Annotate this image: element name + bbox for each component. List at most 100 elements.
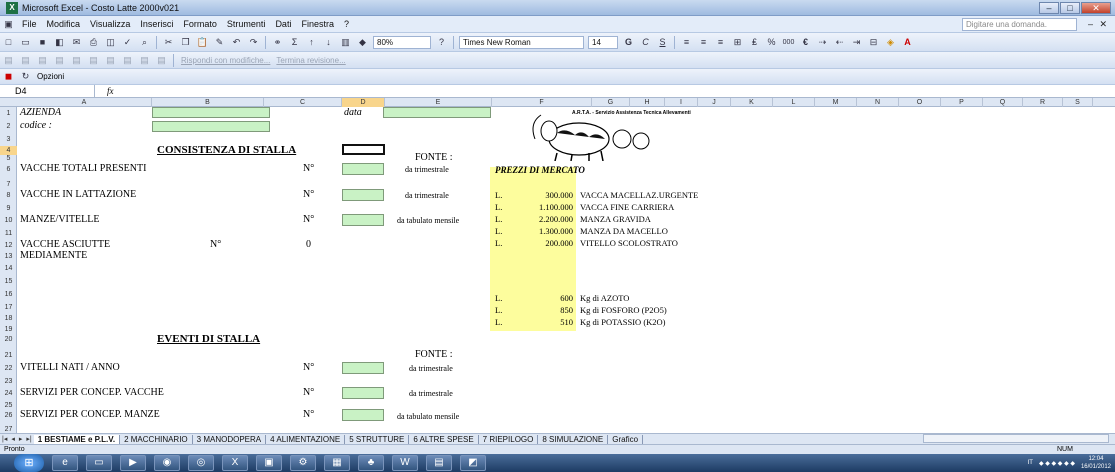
sort-asc-icon[interactable]: ↑ <box>305 36 318 49</box>
column-header[interactable]: G <box>592 98 630 107</box>
row-header[interactable]: 15 <box>0 277 17 286</box>
fx-icon[interactable]: fx <box>107 86 114 96</box>
tab-altre-spese[interactable]: 6 ALTRE SPESE <box>409 434 479 444</box>
column-header[interactable]: B <box>152 98 264 107</box>
increase-decimal-icon[interactable]: ⇢ <box>816 36 829 49</box>
row-header[interactable]: 22 <box>0 364 17 373</box>
column-header[interactable]: J <box>698 98 731 107</box>
hyperlink-icon[interactable]: ⚭ <box>271 36 284 49</box>
app-icon-10[interactable]: ♣ <box>358 455 384 471</box>
review-icon-7[interactable]: ▤ <box>104 54 117 67</box>
column-header[interactable]: E <box>385 98 492 107</box>
stop-icon[interactable]: ◼ <box>2 70 15 83</box>
column-header[interactable]: M <box>815 98 857 107</box>
serv-manze-field[interactable] <box>342 409 384 421</box>
preview-icon[interactable]: ◫ <box>104 36 117 49</box>
app-icon-8[interactable]: ⚙ <box>290 455 316 471</box>
column-header[interactable]: C <box>264 98 342 107</box>
tab-grafico[interactable]: Grafico <box>608 434 644 444</box>
font-size-select[interactable]: 14 <box>588 35 618 49</box>
messenger-icon[interactable]: ◉ <box>154 455 180 471</box>
redo-icon[interactable]: ↷ <box>247 36 260 49</box>
menu-formato[interactable]: Formato <box>178 19 222 29</box>
row-header[interactable]: 17 <box>0 303 17 312</box>
column-header[interactable]: N <box>857 98 899 107</box>
copy-icon[interactable]: ❐ <box>179 36 192 49</box>
review-icon-5[interactable]: ▤ <box>70 54 83 67</box>
doc-close-button[interactable]: ✕ <box>1099 19 1107 30</box>
explorer-icon[interactable]: ▭ <box>86 455 112 471</box>
new-icon[interactable]: □ <box>2 36 15 49</box>
column-header[interactable]: F <box>492 98 592 107</box>
decrease-decimal-icon[interactable]: ⇠ <box>833 36 846 49</box>
bold-button[interactable]: G <box>622 36 635 49</box>
paste-icon[interactable]: 📋 <box>196 36 209 49</box>
currency-icon[interactable]: ₤ <box>748 36 761 49</box>
row-header[interactable]: 5 <box>0 154 17 163</box>
column-header[interactable]: H <box>630 98 665 107</box>
column-header[interactable]: K <box>731 98 773 107</box>
column-header[interactable]: A <box>17 98 152 107</box>
row-header[interactable]: 9 <box>0 204 17 213</box>
indent-icon[interactable]: ⇥ <box>850 36 863 49</box>
underline-button[interactable]: S <box>656 36 669 49</box>
menu-help[interactable]: ? <box>339 19 354 29</box>
menu-modifica[interactable]: Modifica <box>42 19 86 29</box>
borders-icon[interactable]: ⊟ <box>867 36 880 49</box>
manze-field[interactable] <box>342 214 384 226</box>
row-header[interactable]: 19 <box>0 325 17 334</box>
row-header[interactable]: 1 <box>0 109 17 118</box>
zoom-select[interactable]: 80% <box>373 35 431 49</box>
tab-simulazione[interactable]: 8 SIMULAZIONE <box>538 434 609 444</box>
align-left-icon[interactable]: ≡ <box>680 36 693 49</box>
name-box[interactable]: D4 <box>0 85 95 97</box>
vacche-tot-field[interactable] <box>342 163 384 175</box>
row-header[interactable]: 13 <box>0 252 17 261</box>
tab-bestiame[interactable]: 1 BESTIAME e P.L.V. <box>33 434 121 444</box>
format-painter-icon[interactable]: ✎ <box>213 36 226 49</box>
column-header[interactable]: S <box>1063 98 1093 107</box>
row-header[interactable]: 16 <box>0 290 17 299</box>
minimize-button[interactable]: – <box>1039 2 1059 14</box>
review-icon-10[interactable]: ▤ <box>155 54 168 67</box>
refresh-icon[interactable]: ↻ <box>19 70 32 83</box>
row-header[interactable]: 21 <box>0 351 17 360</box>
chart-icon[interactable]: ▥ <box>339 36 352 49</box>
row-header[interactable]: 14 <box>0 264 17 273</box>
row-header[interactable]: 23 <box>0 377 17 386</box>
horizontal-scrollbar[interactable] <box>923 434 1109 443</box>
row-header[interactable]: 18 <box>0 314 17 323</box>
last-sheet-button[interactable]: ▸| <box>24 435 33 443</box>
percent-button[interactable]: % <box>765 36 778 49</box>
autosum-icon[interactable]: Σ <box>288 36 301 49</box>
start-button[interactable]: ⊞ <box>14 454 44 472</box>
review-icon-4[interactable]: ▤ <box>53 54 66 67</box>
column-header[interactable]: P <box>941 98 983 107</box>
menu-inserisci[interactable]: Inserisci <box>135 19 178 29</box>
codice-field[interactable] <box>152 121 270 132</box>
tab-alimentazione[interactable]: 4 ALIMENTAZIONE <box>266 434 346 444</box>
row-header[interactable]: 8 <box>0 191 17 200</box>
serv-vacche-field[interactable] <box>342 387 384 399</box>
clock[interactable]: 12:04 16/01/2012 <box>1081 455 1111 471</box>
font-select[interactable]: Times New Roman <box>459 35 584 49</box>
row-header[interactable]: 24 <box>0 389 17 398</box>
maximize-button[interactable]: □ <box>1060 2 1080 14</box>
spelling-icon[interactable]: ✓ <box>121 36 134 49</box>
row-header[interactable]: 2 <box>0 122 17 131</box>
chrome-icon[interactable]: ◎ <box>188 455 214 471</box>
fill-color-icon[interactable]: ◈ <box>884 36 897 49</box>
language-indicator[interactable]: IT <box>1028 460 1033 466</box>
first-sheet-button[interactable]: |◂ <box>0 435 9 443</box>
vitelli-field[interactable] <box>342 362 384 374</box>
word-icon[interactable]: W <box>392 455 418 471</box>
row-header[interactable]: 26 <box>0 411 17 420</box>
euro-button[interactable]: € <box>799 36 812 49</box>
align-center-icon[interactable]: ≡ <box>697 36 710 49</box>
row-header[interactable]: 25 <box>0 401 17 410</box>
doc-minimize-button[interactable]: – <box>1088 19 1093 29</box>
help-search-input[interactable]: Digitare una domanda. <box>962 18 1077 31</box>
column-header[interactable]: R <box>1023 98 1063 107</box>
excel-icon[interactable]: X <box>6 1 18 14</box>
menu-file[interactable]: File <box>17 19 42 29</box>
